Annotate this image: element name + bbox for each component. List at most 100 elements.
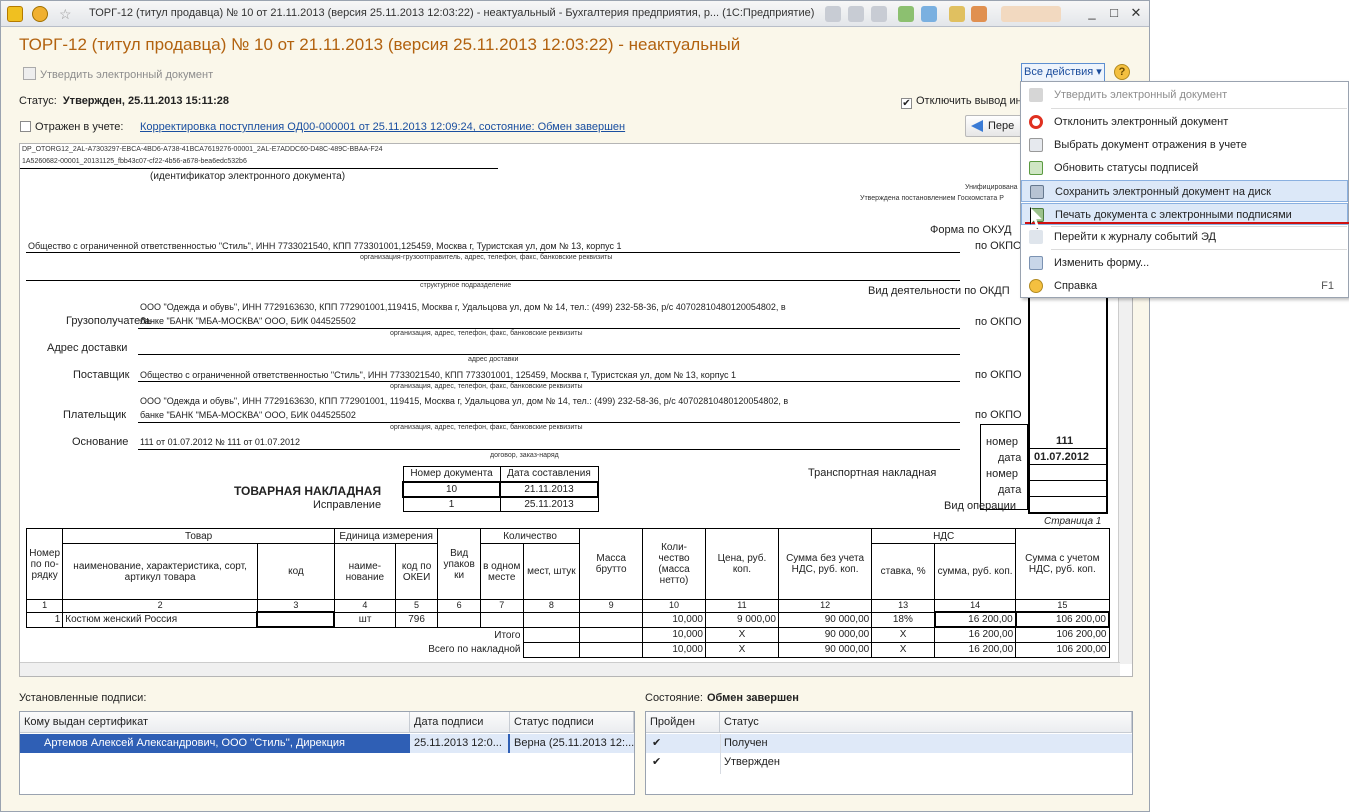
printed-form[interactable]: DP_OTORG12_2AL-A7303297-EBCA-4BD6-A738-4… (19, 143, 1133, 677)
status-value: Утвержден, 25.11.2013 15:11:28 (62, 95, 229, 107)
help-icon[interactable]: ? (1114, 64, 1130, 80)
consignee-line-1: ООО "Одежда и обувь", ИНН 7729163630, КП… (140, 302, 786, 312)
calculator-icon[interactable] (949, 6, 965, 22)
state-col-passed[interactable]: Пройден (646, 712, 720, 733)
column-number: 6 (437, 599, 481, 613)
column-number: 5 (394, 599, 439, 613)
payer-caption: организация, адрес, телефон, факс, банко… (390, 424, 583, 431)
menu-arrow-icon[interactable] (32, 6, 48, 22)
go-button[interactable]: Пере (965, 115, 1025, 137)
menu-item-save-to-disk[interactable]: Сохранить электронный документ на диск (1021, 180, 1348, 202)
sub-rate: ставка, % (871, 543, 936, 600)
supplier-caption: организация, адрес, телефон, факс, банко… (390, 383, 583, 390)
doc-id-caption: (идентификатор электронного документа) (150, 171, 346, 182)
link-icon[interactable] (921, 6, 937, 22)
doc-id-2: 1A5260682-00001_20131125_fbb43c07-cf22-4… (22, 158, 247, 165)
supplier-label: Поставщик (73, 369, 130, 381)
row-vat: 16 200,00 (933, 611, 1017, 628)
minimize-button[interactable]: _ (1081, 4, 1103, 22)
sub-name-label: наименование, характеристика, сорт, арти… (73, 560, 247, 583)
calendar-icon[interactable] (971, 6, 987, 22)
favorite-add-icon[interactable] (898, 6, 914, 22)
okpo-label-4: по ОКПО (975, 409, 1022, 421)
state-col-status[interactable]: Статус (720, 712, 1132, 733)
disable-output-label: Отключить вывод ин (916, 95, 1022, 107)
table-row[interactable]: 1 Костюм женский Россия шт 796 10,000 9 … (25, 611, 1111, 628)
status-label: Статус: (19, 95, 57, 107)
correction-link[interactable]: Корректировка поступления ОД00-000001 от… (140, 121, 625, 133)
row-pack (437, 611, 481, 628)
menu-item-approve[interactable]: Утвердить электронный документ (1021, 84, 1348, 106)
col-mass: Масса брутто (579, 528, 644, 600)
state-label: Состояние: (645, 692, 703, 704)
print-icon[interactable] (848, 6, 864, 22)
title-bar: ☆ ТОРГ-12 (титул продавца) № 10 от 21.11… (1, 1, 1149, 27)
vsego-price: X (704, 641, 779, 658)
state-row[interactable]: ✔ Утвержден (646, 753, 1132, 772)
menu-item-select-doc[interactable]: Выбрать документ отражения в учете (1021, 134, 1348, 156)
sig-issued: Артемов Алексей Александрович, ООО ''Сти… (44, 737, 345, 749)
highlight-underline (1025, 222, 1349, 224)
app-logo-icon[interactable] (7, 6, 23, 22)
journal-icon (1029, 230, 1043, 244)
col-qty: Количество (479, 528, 581, 544)
menu-item-change-form[interactable]: Изменить форму... (1021, 252, 1348, 274)
vsego-places (522, 641, 581, 658)
sig-col-issued[interactable]: Кому выдан сертификат (20, 712, 410, 733)
doc-num-header: Номер документа (402, 466, 501, 482)
reflected-checkbox[interactable]: Отражен в учете: (20, 121, 123, 133)
help-icon (1029, 279, 1043, 293)
itogo-total: 106 200,00 (1015, 626, 1110, 643)
checkbox-icon[interactable] (20, 121, 31, 132)
maximize-button[interactable]: □ (1103, 4, 1125, 22)
itogo-rate: X (871, 626, 936, 643)
struct-caption: структурное подразделение (420, 282, 512, 289)
consignee-caption: организация, адрес, телефон, факс, банко… (390, 330, 583, 337)
column-number: 10 (642, 599, 706, 613)
sig-col-status[interactable]: Статус подписи (510, 712, 634, 733)
state-status: Утвержден (724, 756, 780, 768)
basis-caption: договор, заказ-наряд (490, 452, 559, 459)
col-pack-label: Вид упаков ки (443, 547, 475, 581)
menu-item-help[interactable]: Справка F1 (1021, 275, 1348, 297)
column-number: 11 (704, 599, 779, 613)
close-button[interactable]: ✕ (1125, 4, 1147, 22)
sig-col-date[interactable]: Дата подписи (410, 712, 510, 733)
state-row[interactable]: ✔ Получен (646, 734, 1132, 753)
itogo-places (522, 626, 581, 643)
memory-icon[interactable] (1001, 6, 1061, 22)
copy-icon[interactable] (871, 6, 887, 22)
stop-icon (1029, 115, 1043, 129)
itogo-mass (579, 626, 644, 643)
star-icon[interactable]: ☆ (59, 6, 75, 22)
document-icon (1029, 88, 1043, 102)
signature-row[interactable]: Артемов Алексей Александрович, ООО ''Сти… (20, 734, 634, 753)
menu-item-label: Выбрать документ отражения в учете (1054, 139, 1247, 151)
itogo-vat: 16 200,00 (934, 626, 1017, 643)
approve-button[interactable]: Утвердить электронный документ (23, 67, 213, 81)
menu-item-event-log[interactable]: Перейти к журналу событий ЭД (1021, 226, 1348, 248)
menu-item-reject[interactable]: Отклонить электронный документ (1021, 111, 1348, 133)
column-numbers-row: 1 2 3 4 5 6 7 8 9 10 11 12 13 14 15 (25, 599, 1110, 613)
itogo-row: Итого 10,000 X 90 000,00 X 16 200,00 106… (27, 626, 1110, 643)
col-qtynet: Коли- чество (масса нетто) (642, 528, 706, 600)
menu-item-refresh-signatures[interactable]: Обновить статусы подписей (1021, 157, 1348, 179)
signatures-grid[interactable]: Кому выдан сертификат Дата подписи Стату… (19, 711, 635, 795)
row-price: 9 000,00 (704, 611, 779, 628)
row-code (256, 611, 336, 628)
state-grid[interactable]: Пройден Статус ✔ Получен ✔ Утвержден (645, 711, 1133, 795)
status-line: Статус: Утвержден, 25.11.2013 15:11:28 (19, 95, 229, 107)
save-icon[interactable] (825, 6, 841, 22)
horizontal-scrollbar[interactable] (20, 662, 1120, 676)
col-sumvat-label: Сумма с учетом НДС, руб. коп. (1025, 553, 1100, 575)
col-qtynet-label: Коли- чество (масса нетто) (658, 542, 690, 586)
document-title: ТОРГ-12 (титул продавца) № 10 от 21.11.2… (19, 35, 741, 54)
disable-output-checkbox[interactable]: ✔ Отключить вывод ин (901, 95, 1031, 109)
all-actions-button[interactable]: Все действия ▾ (1021, 63, 1105, 82)
row-okei: 796 (394, 611, 439, 628)
row-num: 1 (25, 611, 64, 628)
sig-date: 25.11.2013 12:0... (410, 734, 508, 753)
sub-code: код (256, 543, 335, 600)
org-caption: организация-грузоотправитель, адрес, тел… (360, 254, 613, 261)
checkbox-checked-icon[interactable]: ✔ (901, 98, 912, 109)
